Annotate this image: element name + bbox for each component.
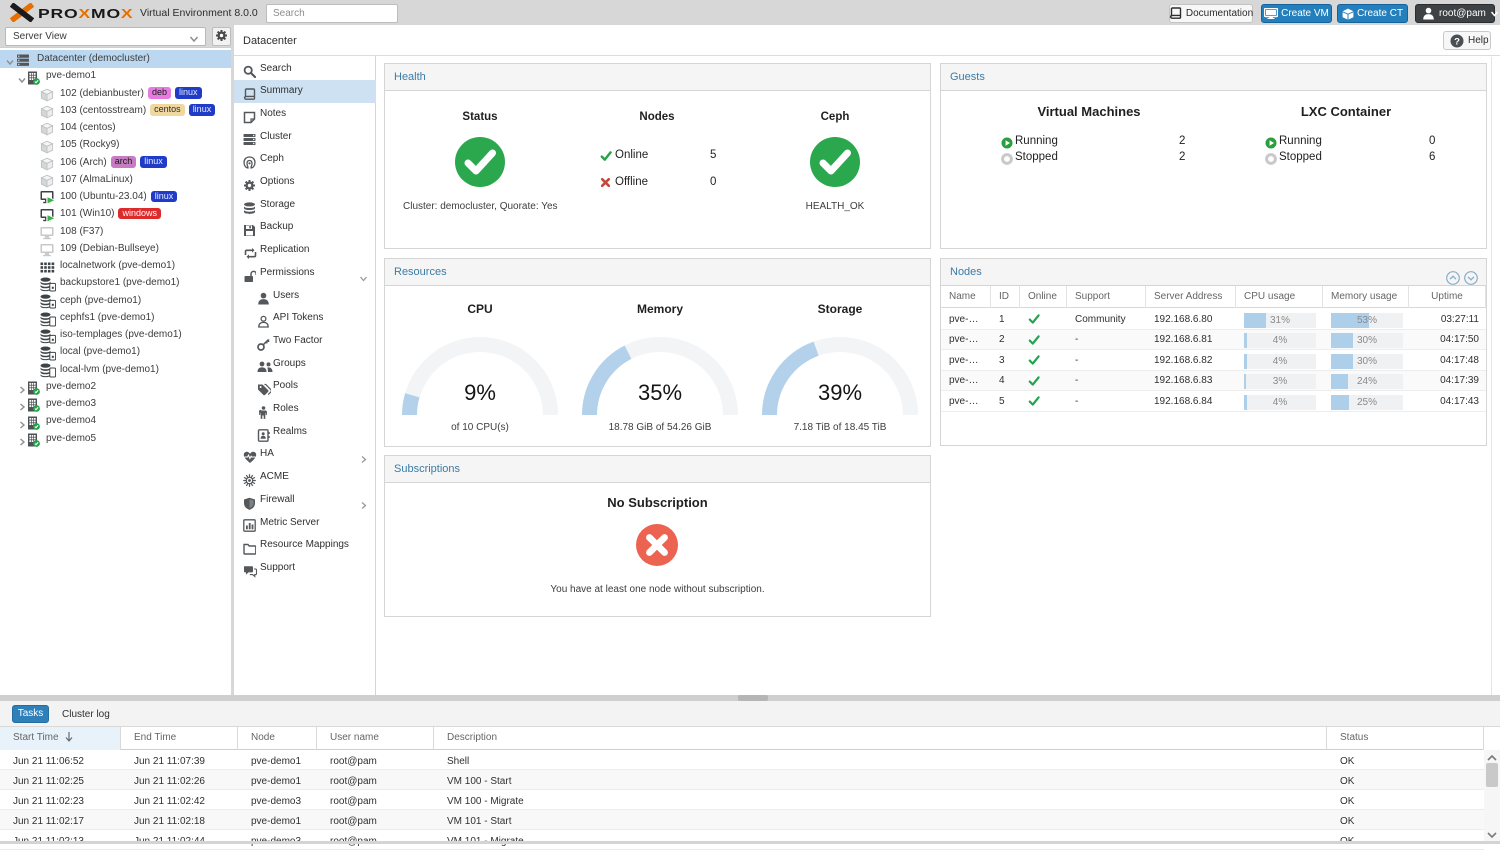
svg-text:?: ? [1454,36,1460,47]
